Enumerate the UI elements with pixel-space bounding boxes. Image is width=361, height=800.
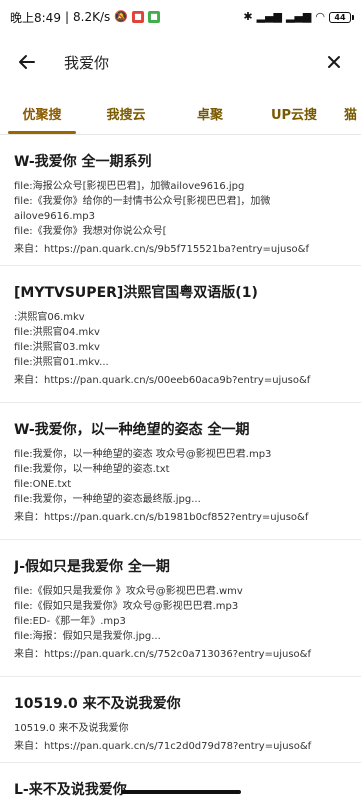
status-right: ✱ ▂▄▆ ▂▄▆ ◠ 44 [243,10,354,23]
file-line: file:《我爱你》给你的一封情书公众号[影视巴巴君]，加微ailove9616… [14,196,271,222]
file-line: :洪熙官06.mkv [14,312,85,323]
file-line: file:我爱你，以一种绝望的姿态.txt [14,464,170,475]
back-button[interactable] [14,49,40,75]
file-line: file:我爱你，一种绝望的姿态最终版.jpg... [14,494,201,505]
result-title: 10519.0 来不及说我爱你 [14,696,181,712]
wifi-icon: ◠ [315,10,325,23]
file-line: file:《假如只是我爱你》攻众号@影视巴巴君.mp3 [14,601,239,612]
result-source[interactable]: 来自：https://pan.quark.cn/s/71c2d0d79d78?e… [14,739,347,754]
mute-icon: 🔕 [114,10,128,23]
tab-upyunsou[interactable]: UP云搜 [252,92,336,134]
tab-wosouyun[interactable]: 我搜云 [84,92,168,134]
file-line: file:我爱你，以一种绝望的姿态 攻众号@影视巴巴君.mp3 [14,449,272,460]
results-list: W-我爱你 全一期系列 file:海报公众号[影视巴巴君]，加微ailove96… [0,135,361,800]
result-card[interactable]: W-我爱你 全一期系列 file:海报公众号[影视巴巴君]，加微ailove96… [0,135,361,266]
bluetooth-icon: ✱ [243,10,253,23]
file-line: file:ED-《那一年》.mp3 [14,616,126,627]
result-title: J-假如只是我爱你 全一期 [14,559,170,575]
arrow-left-icon [19,55,35,69]
app-notification-icon: ■ [131,11,144,23]
network-speed: 8.2K/s [73,10,111,24]
app-notification-icon-2: ■ [147,11,160,23]
close-icon [328,56,340,68]
battery-level: 44 [334,12,346,22]
result-source[interactable]: 来自：https://pan.quark.cn/s/9b5f715521ba?e… [14,242,347,257]
status-bar: 晚上8:49 | 8.2K/s 🔕 ■ ■ ✱ ▂▄▆ ▂▄▆ ◠ 44 [0,0,361,34]
file-line: file:洪熙官04.mkv [14,327,100,338]
result-card[interactable]: W-我爱你，以一种绝望的姿态 全一期 file:我爱你，以一种绝望的姿态 攻众号… [0,403,361,540]
file-line: file:海报公众号[影视巴巴君]，加微ailove9616.jpg [14,181,245,192]
file-line: file:洪熙官03.mkv [14,342,100,353]
source-tabs: 优聚搜 我搜云 卓聚 UP云搜 猫 [0,92,361,134]
result-title: W-我爱你，以一种绝望的姿态 全一期 [14,422,250,438]
file-line: file:洪熙官01.mkv... [14,357,109,368]
signal-icon: ▂▄▆ [256,10,282,23]
result-source[interactable]: 来自：https://pan.quark.cn/s/752c0a713036?e… [14,647,347,662]
tab-mao[interactable]: 猫 [336,92,361,134]
tab-zhuoju[interactable]: 卓聚 [168,92,252,134]
tab-youjusou[interactable]: 优聚搜 [0,92,84,134]
result-title: W-我爱你 全一期系列 [14,154,152,170]
result-card[interactable]: L-来不及说我爱你 [0,763,361,800]
result-title: [MYTVSUPER]洪熙官国粤双语版(1) [14,285,258,301]
file-line: 10519.0 来不及说我爱你 [14,723,129,734]
result-source[interactable]: 来自：https://pan.quark.cn/s/b1981b0cf852?e… [14,510,347,525]
clear-button[interactable] [321,49,347,75]
result-source[interactable]: 来自：https://pan.quark.cn/s/00eeb60aca9b?e… [14,373,347,388]
file-line: file:ONE.txt [14,479,72,490]
battery-icon: 44 [329,11,354,23]
status-separator: | [64,10,69,24]
search-bar: 我爱你 [0,40,361,84]
signal-icon-2: ▂▄▆ [286,10,312,23]
result-card[interactable]: 10519.0 来不及说我爱你 10519.0 来不及说我爱你 来自：https… [0,677,361,763]
file-line: file:《我爱你》我想对你说公众号[ [14,226,167,237]
result-title: L-来不及说我爱你 [14,782,127,798]
file-line: file:《假如只是我爱你 》攻众号@影视巴巴君.wmv [14,586,243,597]
status-time: 晚上8:49 [10,10,61,25]
home-indicator[interactable] [120,790,241,794]
file-line: file:海报：假如只是我爱你.jpg... [14,631,161,642]
result-card[interactable]: [MYTVSUPER]洪熙官国粤双语版(1) :洪熙官06.mkv file:洪… [0,266,361,403]
status-left: 晚上8:49 | 8.2K/s 🔕 ■ ■ [10,9,243,26]
search-input[interactable]: 我爱你 [40,52,321,73]
result-card[interactable]: J-假如只是我爱你 全一期 file:《假如只是我爱你 》攻众号@影视巴巴君.w… [0,540,361,677]
